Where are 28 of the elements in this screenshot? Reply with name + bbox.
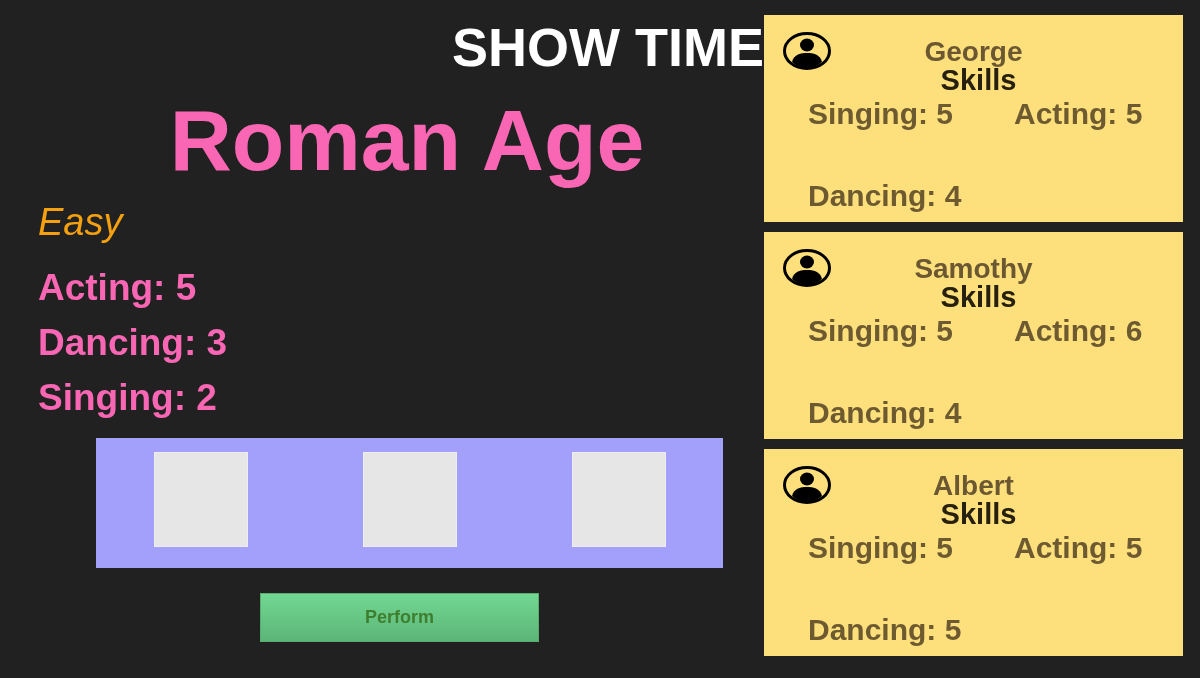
skills-heading: Skills bbox=[940, 283, 1017, 312]
skill-stat: Dancing: 4 bbox=[808, 398, 963, 428]
skill-stat: Acting: 6 bbox=[1014, 316, 1144, 346]
empty-slot[interactable] bbox=[571, 452, 666, 547]
difficulty-label: Easy bbox=[38, 203, 123, 241]
requirement-stat: Dancing: 3 bbox=[38, 324, 228, 361]
requirement-stat: Acting: 5 bbox=[38, 269, 198, 306]
performer-card[interactable]: George Skills Singing: 5 Acting: 5 Dancing: 4 bbox=[764, 15, 1183, 222]
skill-stat: Acting: 5 bbox=[1014, 533, 1144, 563]
era-title: Roman Age bbox=[169, 92, 645, 188]
performer-card[interactable]: Samothy Skills Singing: 5 Acting: 6 Dancing: 4 bbox=[764, 232, 1183, 439]
person-circle-icon bbox=[783, 32, 831, 70]
skill-stat: Singing: 5 bbox=[808, 533, 954, 563]
skill-stat: Singing: 5 bbox=[808, 99, 954, 129]
skills-heading: Skills bbox=[940, 500, 1017, 529]
skill-stat: Acting: 5 bbox=[1014, 99, 1144, 129]
app-title: SHOW TIME bbox=[452, 20, 764, 74]
person-circle-icon bbox=[783, 466, 831, 504]
empty-slot[interactable] bbox=[153, 452, 248, 547]
empty-slot[interactable] bbox=[362, 452, 457, 547]
skill-stat: Dancing: 5 bbox=[808, 615, 963, 645]
performer-name: Albert bbox=[933, 472, 1014, 500]
skills-heading: Skills bbox=[940, 66, 1017, 95]
performer-card[interactable]: Albert Skills Singing: 5 Acting: 5 Dancing: 5 bbox=[764, 449, 1183, 656]
skill-stat: Singing: 5 bbox=[808, 316, 954, 346]
person-circle-icon bbox=[783, 249, 831, 287]
requirement-stat: Singing: 2 bbox=[38, 379, 218, 416]
skill-stat: Dancing: 4 bbox=[808, 181, 963, 211]
